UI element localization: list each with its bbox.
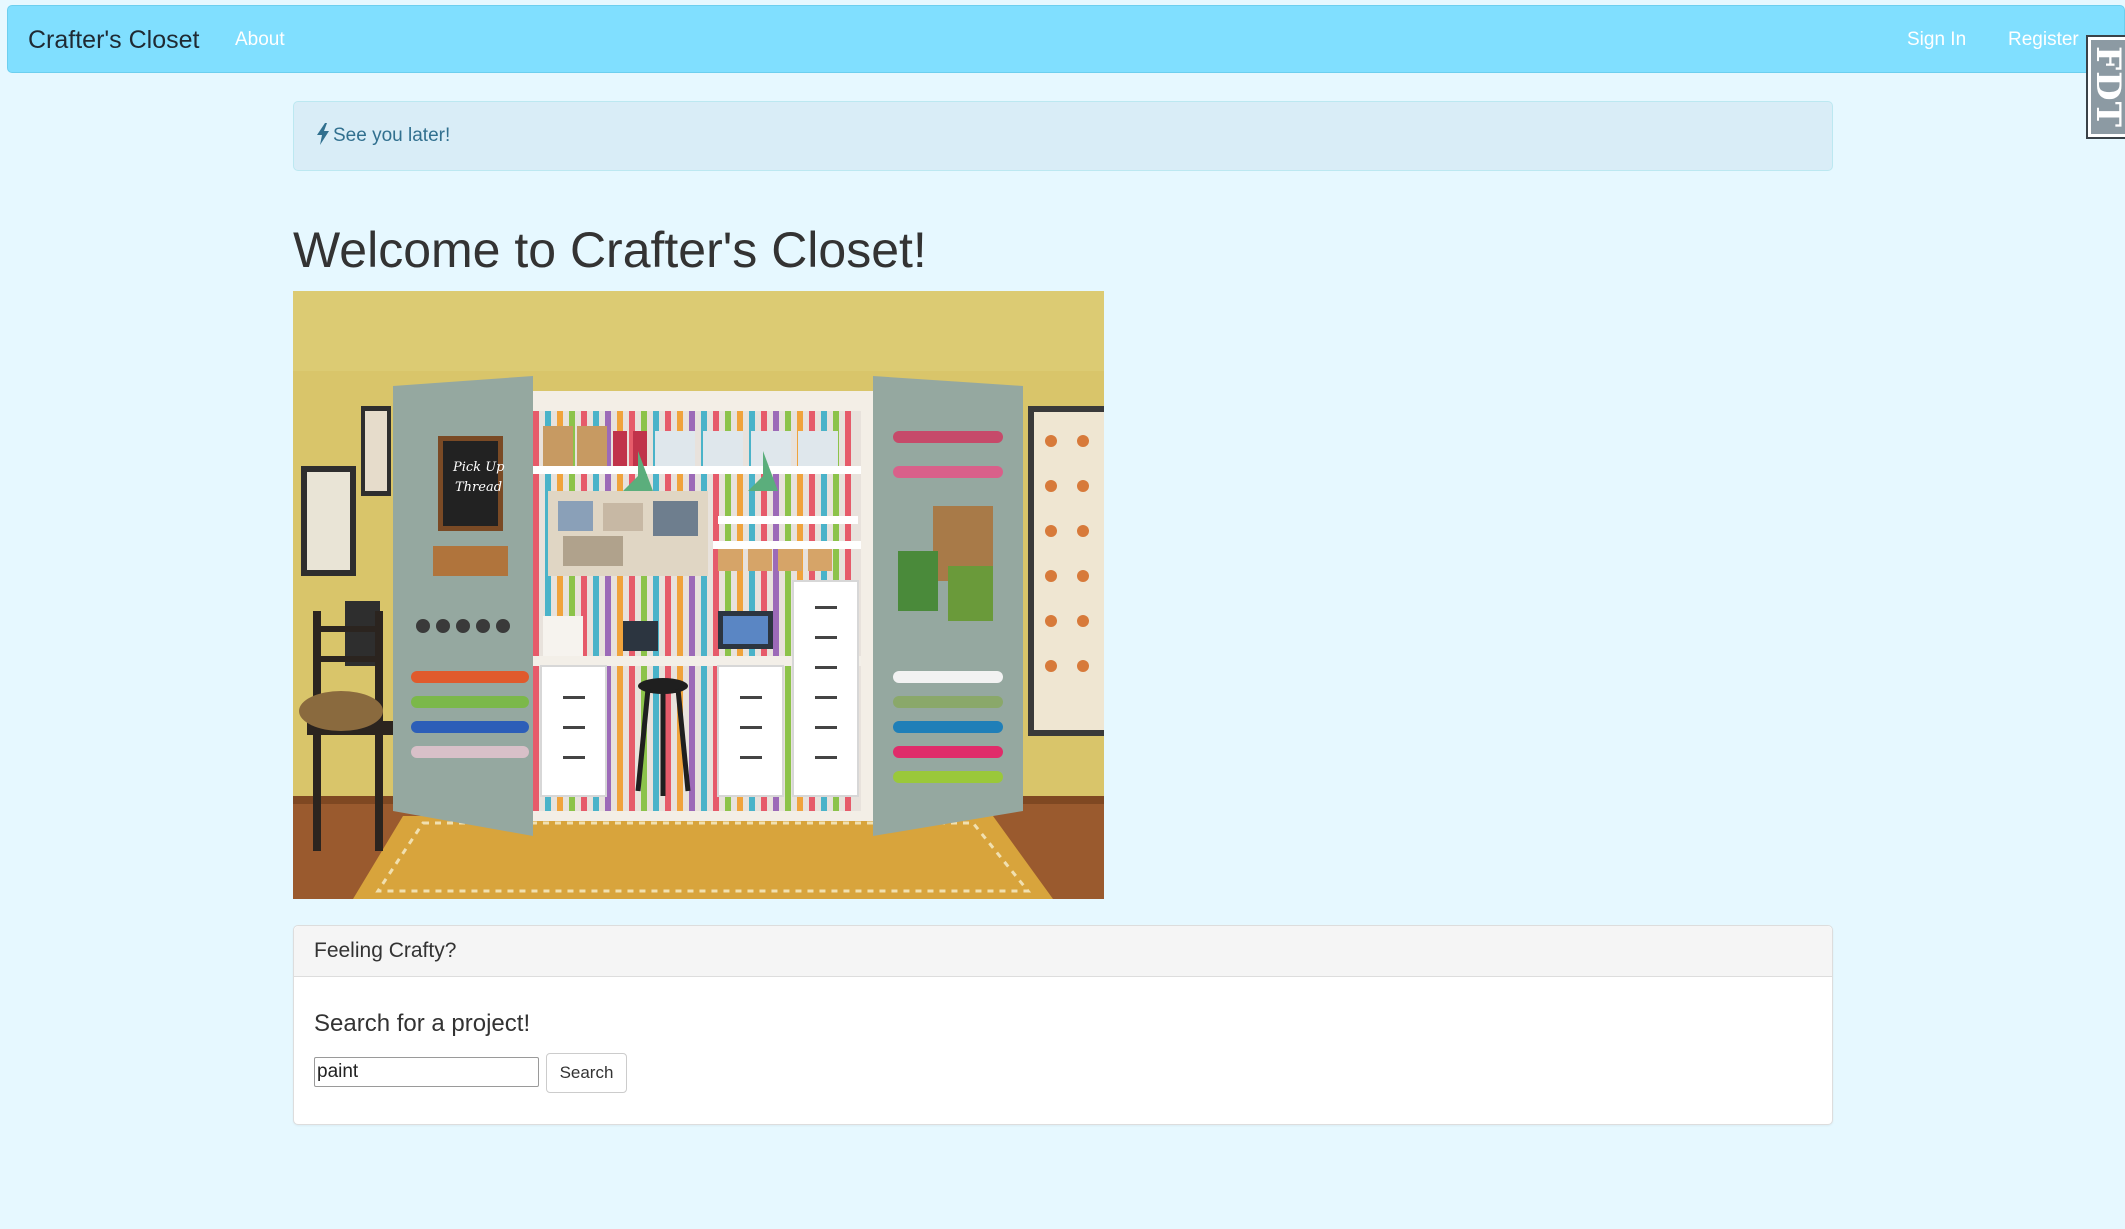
svg-text:Pick Up: Pick Up bbox=[452, 460, 505, 475]
search-panel: Feeling Crafty? Search for a project! Se… bbox=[293, 925, 1833, 1125]
brand-link[interactable]: Crafter's Closet bbox=[28, 6, 199, 74]
top-navbar: Crafter's Closet About Sign In Register bbox=[7, 5, 2125, 73]
nav-sign-in-link[interactable]: Sign In bbox=[1907, 6, 1966, 74]
search-label: Search for a project! bbox=[314, 1010, 531, 1037]
craft-closet-photo: Pick Up Thread bbox=[293, 291, 1104, 899]
bolt-icon bbox=[317, 122, 329, 145]
nav-register-link[interactable]: Register bbox=[2008, 6, 2079, 74]
fdt-badge[interactable]: FDT bbox=[2086, 35, 2125, 139]
page-title: Welcome to Crafter's Closet! bbox=[293, 222, 927, 278]
svg-text:Thread: Thread bbox=[455, 480, 502, 495]
fdt-badge-label: FDT bbox=[2088, 46, 2125, 128]
flash-alert: See you later! bbox=[293, 101, 1833, 171]
nav-about-link[interactable]: About bbox=[235, 6, 285, 74]
panel-heading: Feeling Crafty? bbox=[294, 926, 1832, 977]
flash-message: See you later! bbox=[333, 125, 451, 146]
search-input[interactable] bbox=[314, 1057, 539, 1087]
craft-closet-illustration: Pick Up Thread bbox=[293, 291, 1104, 899]
search-button[interactable]: Search bbox=[546, 1053, 627, 1093]
